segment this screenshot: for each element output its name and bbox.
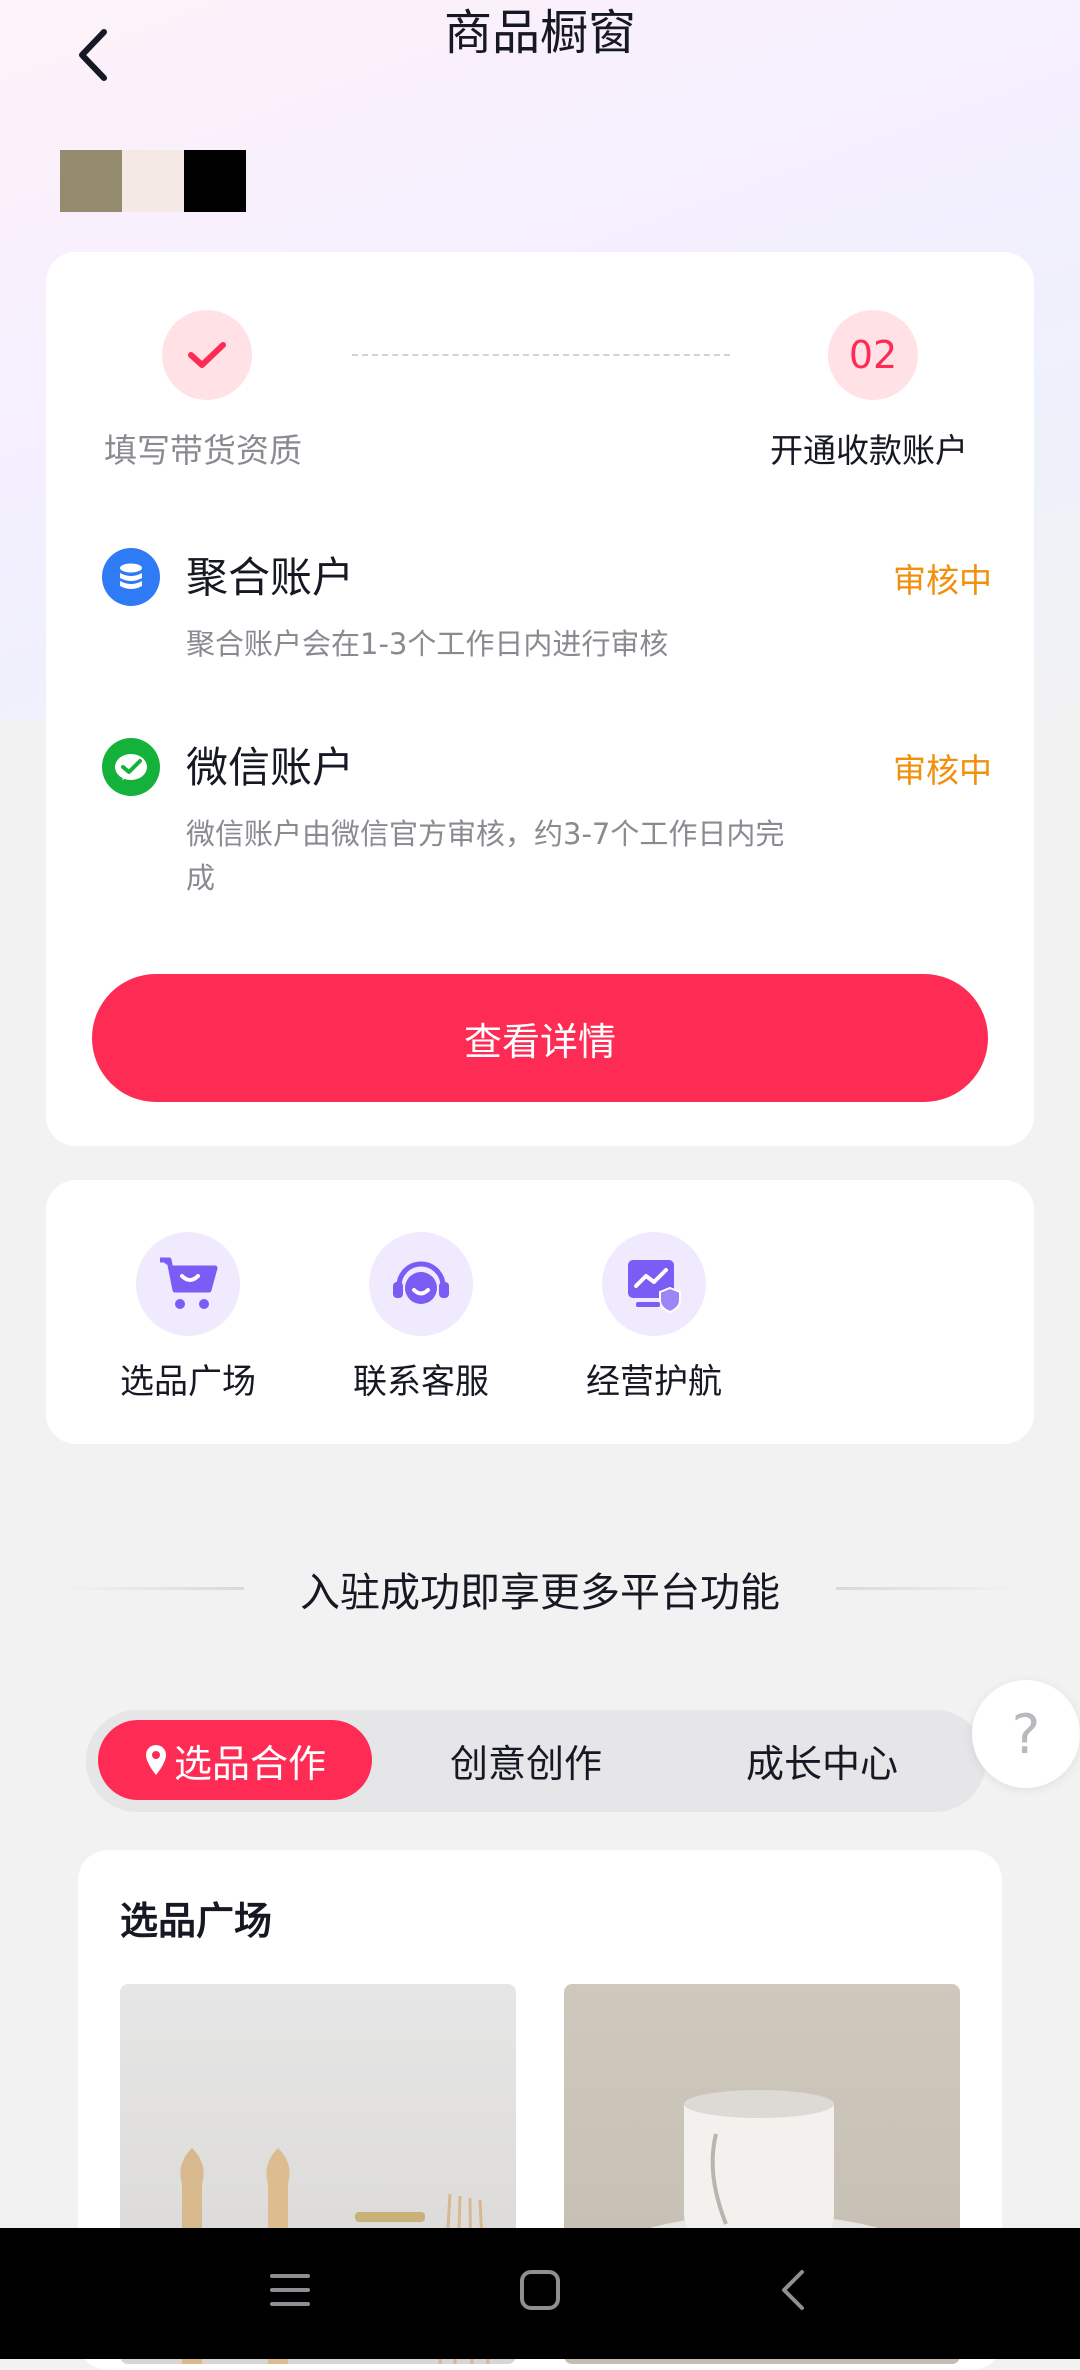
tab-product-cooperation[interactable]: 选品合作 [98,1720,372,1800]
wechat-account-title: 微信账户 [186,743,355,792]
step-connector [352,354,730,356]
onboarding-card: 填写带货资质 02 开通收款账户 聚合账户 审核中 聚合账户会在1-3个工作日内… [46,252,1034,1146]
checkmark-icon [188,342,226,368]
heading-divider-right [836,1587,1020,1590]
aggregate-account-desc: 聚合账户会在1-3个工作日内进行审核 [186,627,669,661]
shield-chart-icon [602,1232,706,1336]
panel-title: 选品广场 [120,1899,273,1943]
shopping-cart-icon [136,1232,240,1336]
tab-label: 创意创作 [449,1741,602,1786]
help-button[interactable]: ? [972,1680,1080,1788]
quick-action-business-protection[interactable]: 经营护航 [579,1232,729,1403]
tab-creative-creation[interactable]: 创意创作 [396,1720,656,1800]
quick-action-customer-service[interactable]: 联系客服 [346,1232,496,1403]
page-title: 商品橱窗 [443,5,636,61]
quick-action-label: 联系客服 [353,1362,489,1402]
wechat-pay-icon [102,738,160,796]
view-details-button[interactable]: 查看详情 [92,974,988,1102]
wechat-account-status: 审核中 [893,751,992,790]
tab-label: 选品合作 [173,1741,326,1786]
headset-icon [369,1232,473,1336]
quick-actions-card: 选品广场 联系客服 经营护航 [46,1180,1034,1444]
wechat-account-desc-line-1: 微信账户由微信官方审核，约3-7个工作日内完 [186,817,785,851]
avatar-swatch [122,150,184,212]
aggregate-account-row[interactable]: 聚合账户 审核中 聚合账户会在1-3个工作日内进行审核 [102,548,992,678]
location-pin-icon [145,1745,166,1775]
quick-action-label: 选品广场 [120,1362,256,1402]
avatar-swatch [184,150,246,212]
tab-growth-center[interactable]: 成长中心 [692,1720,952,1800]
wechat-account-desc-line-2: 成 [186,861,216,895]
feature-tabs: 选品合作 创意创作 成长中心 [86,1710,986,1812]
step-2-label: 开通收款账户 [770,431,968,470]
question-mark-icon: ? [1011,1702,1041,1766]
step-2-circle: 02 [828,310,918,400]
system-navigation-bar [0,2228,1080,2359]
home-icon[interactable] [518,2268,562,2312]
menu-icon[interactable] [268,2268,312,2312]
coin-stack-icon [102,548,160,606]
aggregate-account-status: 审核中 [893,561,992,600]
tab-label: 成长中心 [745,1741,898,1786]
step-1-circle [162,310,252,400]
step-1-label: 填写带货资质 [104,431,302,470]
quick-action-product-plaza[interactable]: 选品广场 [113,1232,263,1403]
aggregate-account-title: 聚合账户 [186,553,355,602]
wechat-account-desc: 微信账户由微信官方审核，约3-7个工作日内完 成 [186,812,846,900]
profile-swatches [60,150,246,212]
wechat-account-row[interactable]: 微信账户 审核中 微信账户由微信官方审核，约3-7个工作日内完 成 [102,738,992,918]
back-nav-icon[interactable] [772,2268,816,2312]
step-2-number: 02 [848,333,898,377]
quick-action-label: 经营护航 [586,1362,722,1402]
avatar-swatch [60,150,122,212]
